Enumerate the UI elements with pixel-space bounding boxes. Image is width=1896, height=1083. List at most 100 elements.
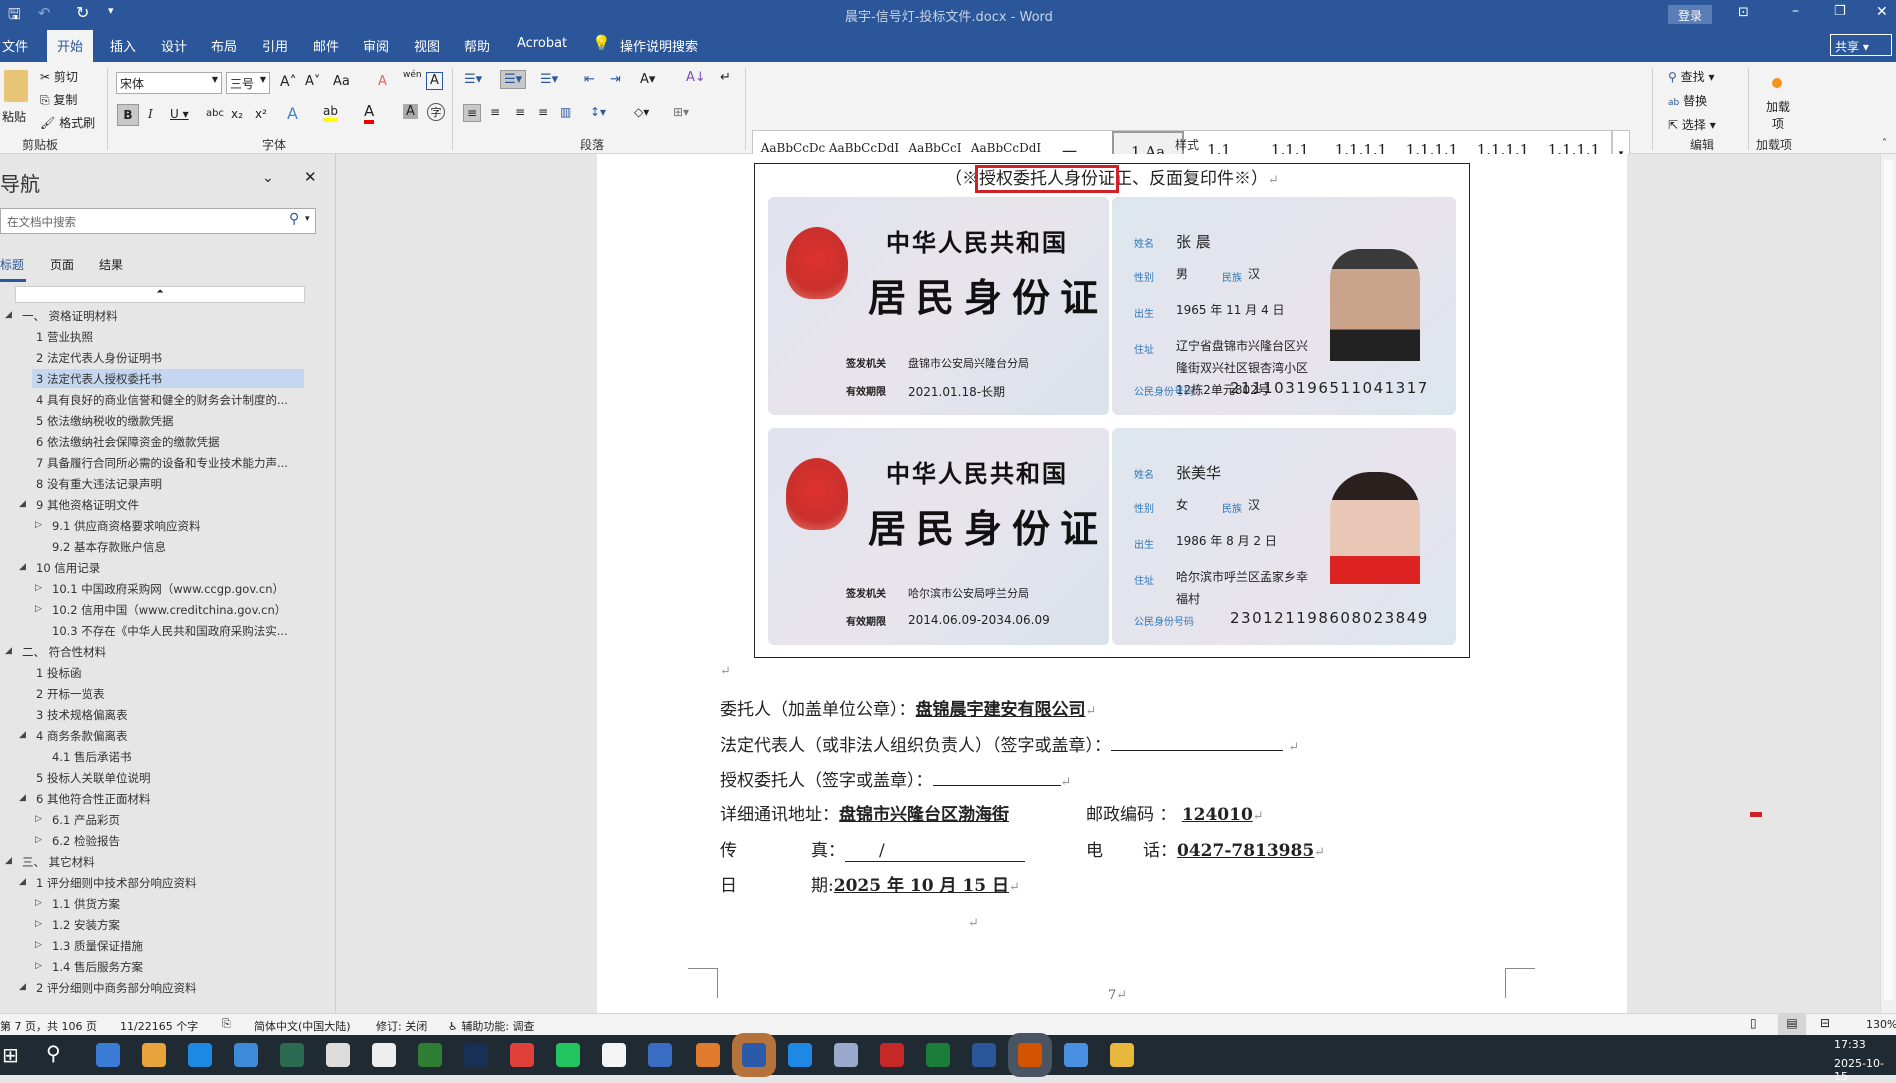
nav-heading-item[interactable]: 6 其他符合性正面材料 [36,791,150,807]
enclose-char-icon[interactable]: 字 [427,103,445,121]
expanded-triangle-icon[interactable]: ◢ [19,793,26,803]
collapsed-triangle-icon[interactable]: ▷ [35,919,42,929]
collapsed-triangle-icon[interactable]: ▷ [35,520,42,530]
nav-heading-item[interactable]: 二、 符合性材料 [22,644,106,660]
app-taskbar-icon[interactable] [742,1043,766,1067]
nav-heading-item[interactable]: 1 评分细则中技术部分响应资料 [36,875,196,891]
cut-button[interactable]: ✂ 剪切 [40,68,78,85]
shading-icon[interactable]: ◇▾ [634,105,649,119]
photoshop-taskbar-icon[interactable] [464,1043,488,1067]
print-layout-icon[interactable]: ▤ [1778,1014,1806,1035]
nav-heading-item[interactable]: 10.2 信用中国（www.creditchina.gov.cn） [52,602,286,618]
nav-heading-item[interactable]: 一、 资格证明材料 [22,308,118,324]
notepad-taskbar-icon[interactable] [326,1043,350,1067]
expanded-triangle-icon[interactable]: ◢ [19,499,26,509]
wps-taskbar-icon[interactable] [1018,1043,1042,1067]
photos-taskbar-icon[interactable] [142,1043,166,1067]
superscript-button[interactable]: x² [255,107,267,121]
nav-close-icon[interactable]: ✕ [304,168,317,186]
language[interactable]: 简体中文(中国大陆) [254,1018,351,1034]
multilevel-list-icon[interactable]: ☰▾ [540,72,558,87]
nav-heading-item[interactable]: 1.4 售后服务方案 [52,959,143,975]
collapsed-triangle-icon[interactable]: ▷ [35,961,42,971]
highlight-icon[interactable]: ab [323,104,338,122]
tab-help[interactable]: 帮助 [464,36,490,55]
nav-heading-item[interactable]: 6.2 检验报告 [52,833,120,849]
paste-button[interactable]: 粘贴 [2,108,26,125]
expanded-triangle-icon[interactable]: ◢ [5,646,12,656]
text-effects-icon[interactable]: A [287,104,298,123]
nav-heading-item[interactable]: 2 法定代表人身份证明书 [36,350,162,366]
subscript-button[interactable]: x₂ [231,107,243,121]
distributed-button[interactable]: ▥ [560,105,571,119]
nav-search-input[interactable]: 在文档中搜索 ⚲ ▾ [0,208,316,234]
nav-heading-item[interactable]: 10 信用记录 [36,560,100,576]
nav-heading-item[interactable]: 10.3 不存在《中华人民共和国政府采购法实... [52,623,288,639]
expanded-triangle-icon[interactable]: ◢ [5,310,12,320]
app-taskbar-icon[interactable] [510,1043,534,1067]
nav-heading-item[interactable]: 8 没有重大违法记录声明 [36,476,162,492]
paste-icon[interactable] [4,70,28,102]
collapsed-triangle-icon[interactable]: ▷ [35,835,42,845]
save-icon[interactable]: 🖫 [8,4,21,29]
phonetic-guide-button[interactable]: wén [403,70,422,80]
collapsed-triangle-icon[interactable]: ▷ [35,604,42,614]
collapse-ribbon-icon[interactable]: ˄ [1882,138,1887,149]
nav-tab-pages[interactable]: 页面 [50,256,74,273]
font-size-select[interactable]: 三号 ▼ [226,72,270,94]
undo-icon[interactable]: ↶ [38,4,51,22]
nav-heading-item[interactable]: 1 投标函 [36,665,81,681]
show-marks-icon[interactable]: ↵ [720,70,731,85]
align-center-button[interactable]: ≡ [490,105,500,119]
search-icon[interactable]: ⚲ [289,211,299,227]
nav-heading-item[interactable]: 5 依法缴纳税收的缴款凭据 [36,413,173,429]
expanded-triangle-icon[interactable]: ◢ [19,730,26,740]
share-button[interactable]: 共享 ▾ [1830,34,1892,56]
tab-acrobat[interactable]: Acrobat [517,36,567,51]
collapsed-triangle-icon[interactable]: ▷ [35,940,42,950]
font-name-select[interactable]: 宋体 ▼ [116,72,222,94]
nav-heading-item[interactable]: 4 具有良好的商业信誉和健全的财务会计制度的... [36,392,288,408]
file-explorer-taskbar-icon[interactable] [1110,1043,1134,1067]
accessibility-status[interactable]: ♿ 辅助功能: 调查 [448,1018,535,1034]
borders-icon[interactable]: ⊞▾ [673,105,689,119]
app-taskbar-icon[interactable] [648,1043,672,1067]
browser-taskbar-icon[interactable] [696,1043,720,1067]
login-button[interactable]: 登录 [1668,5,1712,24]
nav-heading-item[interactable]: 5 投标人关联单位说明 [36,770,150,786]
start-icon[interactable]: ⊞ [2,1043,19,1067]
nav-heading-item[interactable]: 9.2 基本存款账户信息 [52,539,166,555]
nav-heading-item[interactable]: 2 开标一览表 [36,686,104,702]
nav-heading-item[interactable]: 3 法定代表人授权委托书 [36,371,162,387]
collapsed-triangle-icon[interactable]: ▷ [35,814,42,824]
nav-heading-item[interactable]: 2 评分细则中商务部分响应资料 [36,980,196,996]
tab-home[interactable]: 开始 [47,30,94,62]
shrink-font-icon[interactable]: A˅ [305,74,320,89]
search-dropdown-icon[interactable]: ▾ [305,214,310,224]
app-taskbar-icon[interactable] [834,1043,858,1067]
customize-qat-icon[interactable]: ▾ [108,4,114,17]
bold-button[interactable]: B [117,104,139,126]
qq-taskbar-icon[interactable] [602,1043,626,1067]
select-button[interactable]: ⇱ 选择 ▾ [1668,116,1716,133]
word-count[interactable]: 11/22165 个字 [120,1018,198,1034]
nav-heading-item[interactable]: 7 具备履行合同所必需的设备和专业技术能力声... [36,455,288,471]
nav-heading-item[interactable]: 6.1 产品彩页 [52,812,120,828]
format-painter-button[interactable]: 🖌 格式刷 [40,114,95,131]
nav-heading-item[interactable]: 10.1 中国政府采购网（www.ccgp.gov.cn） [52,581,284,597]
vertical-scrollbar[interactable] [1880,154,1896,1013]
collapsed-triangle-icon[interactable]: ▷ [35,898,42,908]
calculator-taskbar-icon[interactable] [96,1043,120,1067]
char-border-icon[interactable]: A [426,72,443,90]
align-left-button[interactable]: ≡ [463,104,482,122]
redo-icon[interactable]: ↻ [76,3,89,22]
tell-me-search[interactable]: 操作说明搜索 [620,36,698,55]
nav-heading-item[interactable]: 6 依法缴纳社会保障资金的缴款凭据 [36,434,219,450]
collapsed-triangle-icon[interactable]: ▷ [35,583,42,593]
tab-review[interactable]: 审阅 [363,36,389,55]
italic-button[interactable]: I [148,107,153,121]
nav-heading-item[interactable]: 3 技术规格偏离表 [36,707,127,723]
proofing-icon[interactable]: ⎘ [222,1017,231,1031]
file-taskbar-icon[interactable] [372,1043,396,1067]
tab-layout[interactable]: 布局 [211,36,237,55]
